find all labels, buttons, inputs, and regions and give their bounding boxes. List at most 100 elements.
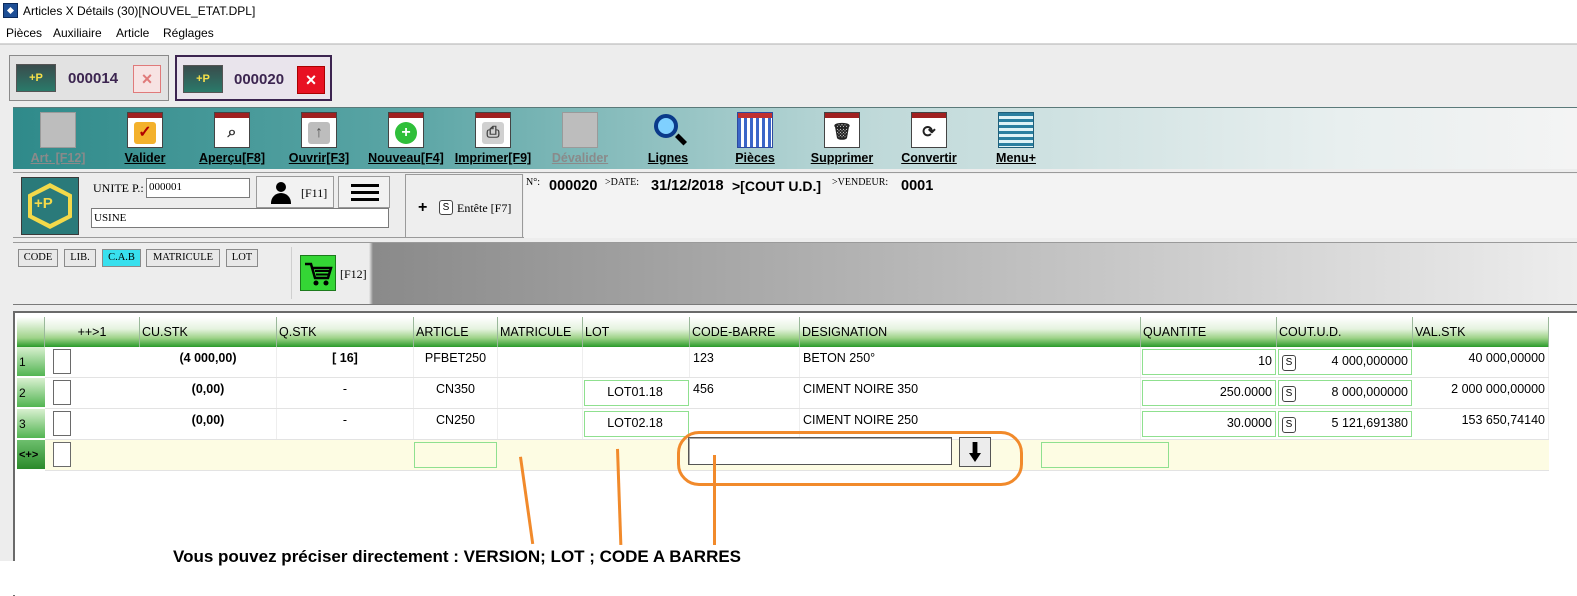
row-number[interactable]: 1 bbox=[17, 347, 45, 377]
doc-date: 31/12/2018 bbox=[651, 178, 724, 194]
doc-tab-number: 000014 bbox=[68, 70, 119, 87]
cart-icon[interactable] bbox=[300, 255, 336, 291]
title-bar: Articles X Détails (30)[NOUVEL_ETAT.DPL] bbox=[0, 0, 1577, 22]
cell-cout[interactable]: S 5 121,691380 bbox=[1278, 411, 1412, 437]
row-checkbox[interactable] bbox=[53, 411, 71, 436]
grid-icon bbox=[737, 112, 773, 148]
app-icon bbox=[3, 3, 18, 18]
row-checkbox[interactable] bbox=[53, 380, 71, 405]
mode-lib-button[interactable]: LIB. bbox=[64, 249, 96, 267]
mode-lot-button[interactable]: LOT bbox=[226, 249, 258, 267]
table-row[interactable]: (4 000,00) [ 16] PFBET250 123 BETON 250°… bbox=[45, 347, 1549, 378]
valider-button[interactable]: ✓ Valider bbox=[100, 110, 190, 168]
menu-plus-button[interactable]: Menu+ bbox=[971, 110, 1061, 168]
col-quantite-header[interactable]: QUANTITE bbox=[1141, 317, 1277, 347]
apercu-button[interactable]: ⌕ Aperçu[F8] bbox=[187, 110, 277, 168]
col-q-stk-header[interactable]: Q.STK bbox=[277, 317, 414, 347]
p2p-logo-icon: +P bbox=[183, 65, 223, 93]
unite-input[interactable]: 000001 bbox=[146, 178, 250, 198]
convert-icon: ⟳ bbox=[911, 112, 947, 148]
row-number[interactable]: 3 bbox=[17, 409, 45, 439]
col-cout-header[interactable]: COUT.U.D. bbox=[1277, 317, 1413, 347]
cell-article[interactable]: PFBET250 bbox=[414, 347, 498, 377]
close-icon[interactable]: × bbox=[133, 65, 161, 93]
cell-quantite[interactable]: 10 bbox=[1142, 349, 1276, 375]
lignes-button[interactable]: Lignes bbox=[623, 110, 713, 168]
cell-matricule[interactable] bbox=[498, 378, 583, 408]
cell-cout[interactable]: S 4 000,000000 bbox=[1278, 349, 1412, 375]
imprimer-button[interactable]: ⎙ Imprimer[F9] bbox=[448, 110, 538, 168]
valider-label: Valider bbox=[124, 151, 166, 165]
s-badge[interactable]: S bbox=[1282, 417, 1296, 433]
col-lot-header[interactable]: LOT bbox=[583, 317, 690, 347]
col-code-barre-header[interactable]: CODE-BARRE bbox=[690, 317, 800, 347]
cell-quantite[interactable]: 250.0000 bbox=[1142, 380, 1276, 406]
doc-tab-000014[interactable]: +P 000014 × bbox=[9, 55, 169, 101]
col-cu-stk-header[interactable]: CU.STK bbox=[140, 317, 277, 347]
open-icon: ↑ bbox=[301, 112, 337, 148]
mode-code-button[interactable]: CODE bbox=[18, 249, 58, 267]
cell-quantite[interactable]: 30.0000 bbox=[1142, 411, 1276, 437]
art-f12-button[interactable]: Art. [F12] bbox=[13, 110, 103, 168]
p2p-logo-icon: +P bbox=[16, 64, 56, 92]
imprimer-label: Imprimer[F9] bbox=[454, 151, 532, 165]
user-button[interactable]: [F11] bbox=[256, 176, 334, 208]
col-designation-header[interactable]: DESIGNATION bbox=[800, 317, 1141, 347]
menu-pieces[interactable]: Pièces bbox=[6, 26, 42, 40]
pieces-button[interactable]: Pièces bbox=[710, 110, 800, 168]
person-icon bbox=[270, 182, 292, 204]
s-badge[interactable]: S bbox=[1282, 386, 1296, 402]
col-article-header[interactable]: ARTICLE bbox=[414, 317, 498, 347]
main-area: +P 000014 × +P 000020 × Art. [F12] ✓ Val… bbox=[0, 44, 1577, 596]
ouvrir-button[interactable]: ↑ Ouvrir[F3] bbox=[274, 110, 364, 168]
add-icon: + bbox=[388, 112, 424, 148]
cell-code-barre[interactable]: 456 bbox=[690, 378, 800, 408]
col-val-stk-header[interactable]: VAL.STK bbox=[1413, 317, 1549, 347]
cell-lot[interactable]: LOT02.18 bbox=[584, 411, 689, 437]
cell-cu-stk: (4 000,00) bbox=[140, 347, 277, 377]
convertir-label: Convertir bbox=[901, 151, 957, 165]
s-badge[interactable]: S bbox=[1282, 355, 1296, 371]
mode-matricule-button[interactable]: MATRICULE bbox=[146, 249, 220, 267]
toolbar: Art. [F12] ✓ Valider ⌕ Aperçu[F8] ↑ Ouvr… bbox=[13, 107, 1577, 169]
cell-cout[interactable]: S 8 000,000000 bbox=[1278, 380, 1412, 406]
doc-tab-000020[interactable]: +P 000020 × bbox=[175, 55, 332, 101]
hamburger-menu-button[interactable] bbox=[338, 176, 390, 208]
mode-cab-button[interactable]: C.A.B bbox=[102, 249, 141, 267]
magnifier-icon: ⌕ bbox=[214, 112, 250, 148]
nouveau-button[interactable]: + Nouveau[F4] bbox=[361, 110, 451, 168]
window-title: Articles X Détails (30)[NOUVEL_ETAT.DPL] bbox=[23, 4, 256, 18]
menu-auxiliaire[interactable]: Auxiliaire bbox=[53, 26, 102, 40]
cell-code-barre[interactable]: 123 bbox=[690, 347, 800, 377]
row-checkbox[interactable] bbox=[53, 442, 71, 467]
cell-matricule[interactable] bbox=[498, 409, 583, 439]
cell-article[interactable]: CN350 bbox=[414, 378, 498, 408]
new-designation-input[interactable] bbox=[1041, 442, 1169, 468]
entete-button[interactable]: + S Entête [F7] bbox=[405, 174, 523, 238]
row-number[interactable]: 2 bbox=[17, 378, 45, 408]
lignes-label: Lignes bbox=[647, 151, 689, 165]
cell-cu-stk: (0,00) bbox=[140, 409, 277, 439]
close-icon[interactable]: × bbox=[297, 66, 325, 94]
table-row[interactable]: (0,00) - CN350 LOT01.18 456 CIMENT NOIRE… bbox=[45, 378, 1549, 409]
col-select-header[interactable]: ++>1 bbox=[45, 317, 140, 347]
new-article-input[interactable] bbox=[414, 442, 497, 468]
company-logo-icon: +P bbox=[21, 177, 79, 235]
menu-reglages[interactable]: Réglages bbox=[163, 26, 214, 40]
cell-lot[interactable]: LOT01.18 bbox=[584, 380, 689, 406]
cell-matricule[interactable] bbox=[498, 347, 583, 377]
devalider-button[interactable]: Dévalider bbox=[535, 110, 625, 168]
cell-lot[interactable] bbox=[583, 347, 690, 377]
supprimer-button[interactable]: 🗑 Supprimer bbox=[797, 110, 887, 168]
blank-icon bbox=[562, 112, 598, 148]
apercu-label: Aperçu[F8] bbox=[199, 151, 265, 165]
usine-input[interactable]: USINE bbox=[91, 208, 389, 228]
art-f12-label: Art. [F12] bbox=[30, 151, 86, 165]
menu-article[interactable]: Article bbox=[116, 26, 149, 40]
new-row-marker[interactable]: <+> bbox=[17, 440, 45, 470]
cell-article[interactable]: CN250 bbox=[414, 409, 498, 439]
trash-icon: 🗑 bbox=[824, 112, 860, 148]
row-checkbox[interactable] bbox=[53, 349, 71, 374]
col-matricule-header[interactable]: MATRICULE bbox=[498, 317, 583, 347]
convertir-button[interactable]: ⟳ Convertir bbox=[884, 110, 974, 168]
